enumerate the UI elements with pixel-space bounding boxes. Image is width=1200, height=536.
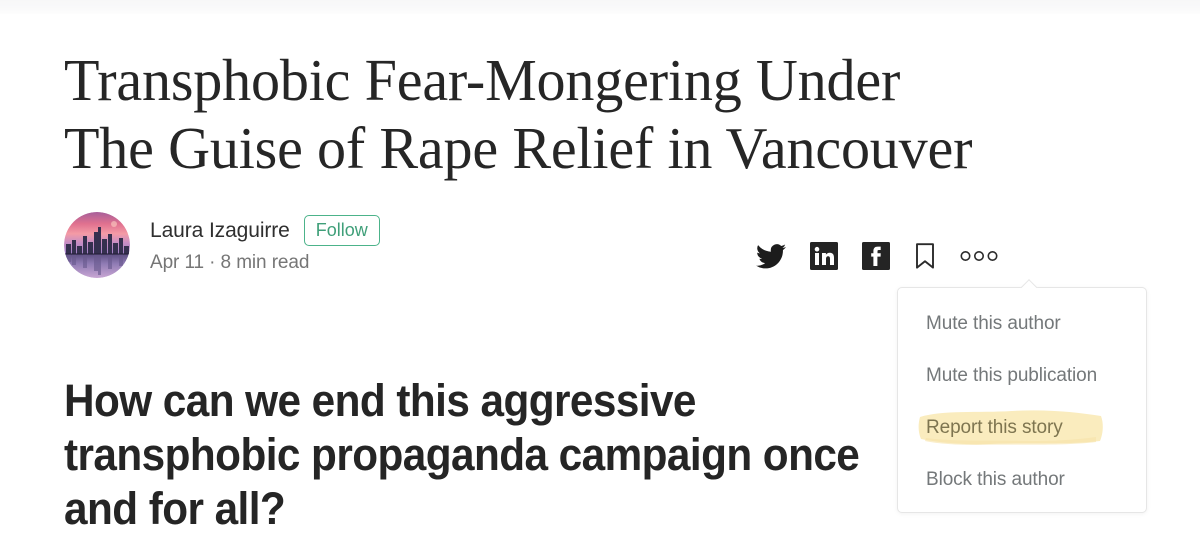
more-options-icon[interactable] <box>960 250 998 262</box>
title-line-2: The Guise of Rape Relief in Vancouver <box>64 115 973 181</box>
menu-item-label: Block this author <box>926 469 1065 490</box>
popup-arrow <box>1020 279 1038 288</box>
facebook-icon[interactable] <box>862 242 890 270</box>
menu-item-block-this-author[interactable]: Block this author <box>898 454 1146 506</box>
byline-text: Laura Izaguirre Follow Apr 11 · 8 min re… <box>150 215 380 274</box>
menu-item-mute-this-author[interactable]: Mute this author <box>898 298 1146 350</box>
linkedin-icon[interactable] <box>810 242 838 270</box>
article-header: Transphobic Fear-Mongering Under The Guis… <box>64 14 1144 182</box>
page-top-strip <box>0 0 1200 14</box>
bookmark-icon[interactable] <box>914 242 936 270</box>
more-options-popup-menu: Mute this author Mute this publication R… <box>897 287 1147 513</box>
menu-item-label: Mute this publication <box>926 365 1098 386</box>
menu-item-report-this-story[interactable]: Report this story <box>898 402 1146 454</box>
title-line-1: Transphobic Fear-Mongering Under <box>64 47 901 113</box>
article-subheading: How can we end this aggressive transphob… <box>64 375 860 534</box>
share-icon-row <box>756 242 998 270</box>
byline-meta: Apr 11 · 8 min read <box>150 251 310 273</box>
avatar[interactable] <box>64 212 130 278</box>
twitter-icon[interactable] <box>756 243 786 269</box>
follow-button[interactable]: Follow <box>303 215 380 246</box>
avatar-image <box>64 212 130 278</box>
byline-name-row: Laura Izaguirre Follow <box>150 215 380 246</box>
page-title: Transphobic Fear-Mongering Under The Guis… <box>64 14 1010 182</box>
menu-item-label: Mute this author <box>926 313 1061 334</box>
byline-author-block: Laura Izaguirre Follow Apr 11 · 8 min re… <box>64 212 380 278</box>
author-name[interactable]: Laura Izaguirre <box>150 219 290 243</box>
byline: Laura Izaguirre Follow Apr 11 · 8 min re… <box>64 212 1144 282</box>
menu-item-label: Report this story <box>926 417 1063 438</box>
menu-item-mute-this-publication[interactable]: Mute this publication <box>898 350 1146 402</box>
